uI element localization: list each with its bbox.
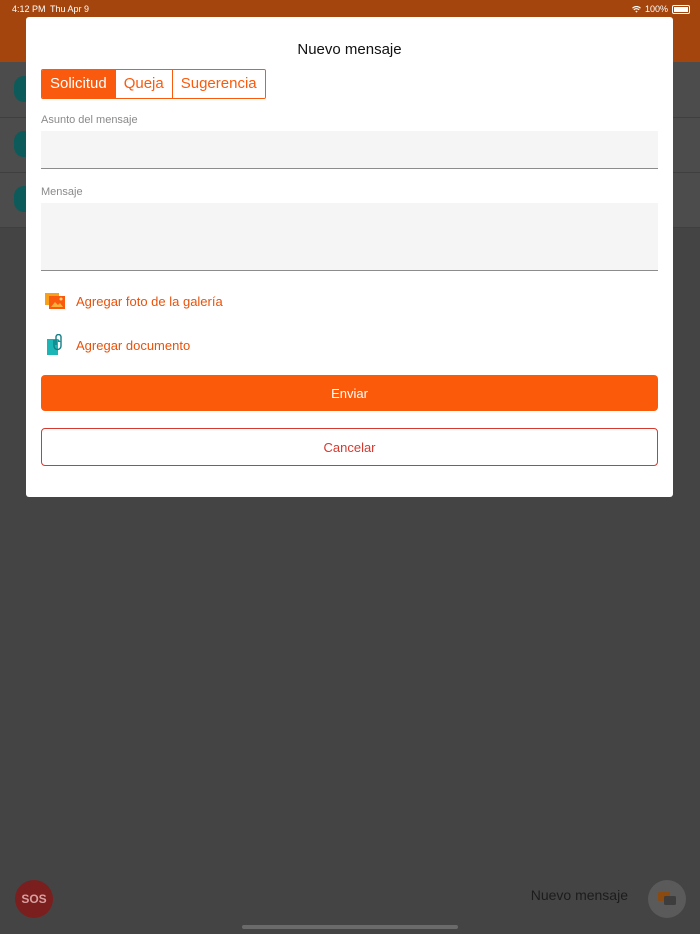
add-photo-label: Agregar foto de la galería [76,293,223,309]
message-type-selector: Solicitud Queja Sugerencia [41,69,266,99]
add-photo-button[interactable]: Agregar foto de la galería [44,290,223,312]
battery-percent: 100% [644,4,668,14]
status-right: 100% [632,0,690,18]
status-time: 4:12 PM [12,4,46,14]
segment-queja[interactable]: Queja [115,70,173,98]
new-message-fab-label: Nuevo mensaje [530,887,628,903]
cancel-button[interactable]: Cancelar [41,428,658,466]
subject-label: Asunto del mensaje [41,114,138,126]
add-document-label: Agregar documento [76,337,191,353]
segment-solicitud[interactable]: Solicitud [42,70,116,98]
message-textarea[interactable] [41,203,658,271]
status-date: Thu Apr 9 [50,4,90,14]
chat-bubbles-icon [658,892,676,905]
modal-title: Nuevo mensaje [297,41,402,58]
gallery-photo-icon [45,293,65,309]
document-clip-icon [47,334,62,355]
sos-button[interactable]: SOS [15,880,53,918]
wifi-icon [632,5,641,13]
new-message-modal: Nuevo mensaje Solicitud Queja Sugerencia… [26,17,673,497]
add-document-button[interactable]: Agregar documento [44,334,190,356]
segment-sugerencia[interactable]: Sugerencia [172,70,265,98]
status-bar: 4:12 PM Thu Apr 9 100% [0,0,700,18]
message-label: Mensaje [41,186,83,198]
send-button[interactable]: Enviar [41,375,658,411]
new-message-fab[interactable] [648,880,686,918]
home-indicator [242,925,458,929]
subject-input[interactable] [41,131,658,169]
battery-icon [672,4,690,14]
